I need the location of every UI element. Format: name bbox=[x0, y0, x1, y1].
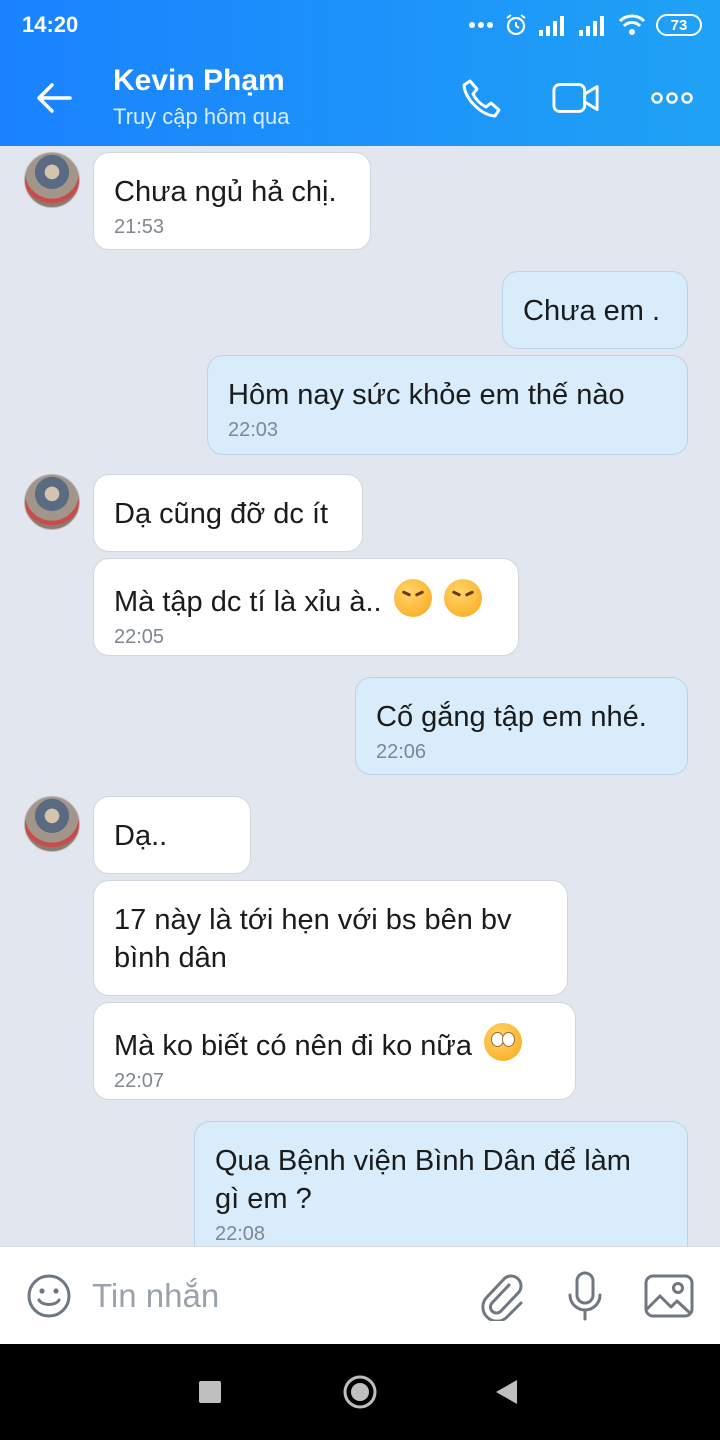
message-text-line: 17 này là tới hẹn với bs bên bv bbox=[114, 904, 512, 936]
message-text: Dạ.. bbox=[114, 820, 168, 852]
attach-button[interactable] bbox=[476, 1271, 526, 1321]
home-button[interactable] bbox=[340, 1372, 380, 1412]
contact-avatar[interactable] bbox=[24, 796, 80, 852]
message-bubble-incoming[interactable]: Mà ko biết có nên đi ko nữa 22:07 bbox=[93, 1002, 576, 1100]
message-bubble-incoming[interactable]: 17 này là tới hẹn với bs bên bv bình dân bbox=[93, 880, 568, 996]
message-bubble-incoming[interactable]: Chưa ngủ hả chị. 21:53 bbox=[93, 152, 371, 250]
triangle-back-icon bbox=[496, 1380, 517, 1404]
contact-status: Truy cập hôm qua bbox=[113, 104, 290, 129]
message-text-line: Qua Bệnh viện Bình Dân để làm bbox=[215, 1145, 631, 1177]
message-text: Dạ cũng đỡ dc ít bbox=[114, 498, 329, 530]
back-button[interactable] bbox=[34, 78, 74, 118]
message-bubble-outgoing[interactable]: Chưa em . bbox=[502, 271, 688, 349]
message-time: 22:05 bbox=[114, 626, 165, 648]
message-text: Chưa em . bbox=[523, 295, 661, 327]
status-icons: 73 bbox=[468, 10, 702, 40]
message-content: Mà ko biết có nên đi ko nữa bbox=[114, 1023, 555, 1065]
voice-call-button[interactable] bbox=[458, 76, 506, 120]
message-text-line: gì em ? bbox=[215, 1183, 312, 1215]
wifi-icon bbox=[618, 14, 646, 35]
angry-face-icon bbox=[443, 579, 482, 617]
contact-avatar[interactable] bbox=[24, 152, 80, 208]
message-text: Chưa ngủ hả chị. bbox=[114, 176, 337, 208]
image-picker-button[interactable] bbox=[644, 1271, 694, 1321]
message-bubble-incoming[interactable]: Mà tập dc tí là xỉu à.. 22:05 bbox=[93, 558, 519, 656]
battery-indicator: 73 bbox=[656, 14, 702, 36]
signal-icon bbox=[579, 16, 604, 36]
back-nav-button[interactable] bbox=[486, 1372, 526, 1412]
message-bubble-outgoing[interactable]: Qua Bệnh viện Bình Dân để làm gì em ? 22… bbox=[194, 1121, 688, 1246]
message-text: Mà tập dc tí là xỉu à.. bbox=[114, 586, 382, 618]
message-list[interactable]: Chưa ngủ hả chị. 21:53 Chưa em . Hôm nay… bbox=[0, 146, 720, 1246]
more-dots-icon bbox=[651, 92, 693, 104]
message-bubble-outgoing[interactable]: Hôm nay sức khỏe em thế nào 22:03 bbox=[207, 355, 688, 455]
system-navigation-bar bbox=[0, 1344, 720, 1440]
contact-avatar[interactable] bbox=[24, 474, 80, 530]
contact-name[interactable]: Kevin Phạm bbox=[113, 64, 285, 98]
smiley-icon bbox=[27, 1274, 71, 1318]
circle-icon bbox=[343, 1375, 377, 1409]
battery-level: 73 bbox=[670, 16, 688, 34]
video-camera-icon bbox=[552, 83, 599, 113]
status-bar: 14:20 73 bbox=[0, 0, 720, 50]
message-time: 22:06 bbox=[376, 741, 427, 763]
image-icon bbox=[644, 1274, 694, 1318]
more-notifications-icon bbox=[469, 22, 493, 28]
message-content: Mà tập dc tí là xỉu à.. bbox=[114, 579, 498, 621]
message-composer bbox=[0, 1246, 720, 1344]
voice-record-button[interactable] bbox=[560, 1271, 610, 1321]
app-header: 14:20 73 Kevin Phạm Truy cập hôm qua bbox=[0, 0, 720, 146]
phone-icon bbox=[462, 79, 501, 118]
message-text: Cố gắng tập em nhé. bbox=[376, 701, 647, 733]
eye-roll-face-icon bbox=[484, 1023, 523, 1061]
angry-face-icon bbox=[393, 579, 432, 617]
message-bubble-outgoing[interactable]: Cố gắng tập em nhé. 22:06 bbox=[355, 677, 688, 775]
message-text: Hôm nay sức khỏe em thế nào bbox=[228, 379, 625, 411]
emoji-button[interactable] bbox=[26, 1273, 72, 1319]
video-call-button[interactable] bbox=[552, 76, 600, 120]
message-input[interactable] bbox=[92, 1273, 452, 1319]
arrow-left-icon bbox=[37, 83, 72, 113]
message-text: Mà ko biết có nên đi ko nữa bbox=[114, 1030, 472, 1062]
microphone-icon bbox=[568, 1271, 602, 1321]
square-icon bbox=[199, 1381, 221, 1403]
paperclip-icon bbox=[481, 1274, 523, 1321]
message-bubble-incoming[interactable]: Dạ.. bbox=[93, 796, 251, 874]
status-time: 14:20 bbox=[22, 12, 79, 37]
alarm-icon bbox=[506, 14, 526, 36]
more-options-button[interactable] bbox=[648, 76, 696, 120]
message-bubble-incoming[interactable]: Dạ cũng đỡ dc ít bbox=[93, 474, 363, 552]
message-time: 22:08 bbox=[215, 1223, 266, 1245]
message-time: 21:53 bbox=[114, 216, 165, 238]
message-time: 22:07 bbox=[114, 1070, 165, 1092]
signal-icon bbox=[539, 16, 564, 36]
message-text-line: bình dân bbox=[114, 942, 227, 974]
recent-apps-button[interactable] bbox=[190, 1372, 230, 1412]
message-time: 22:03 bbox=[228, 419, 279, 441]
